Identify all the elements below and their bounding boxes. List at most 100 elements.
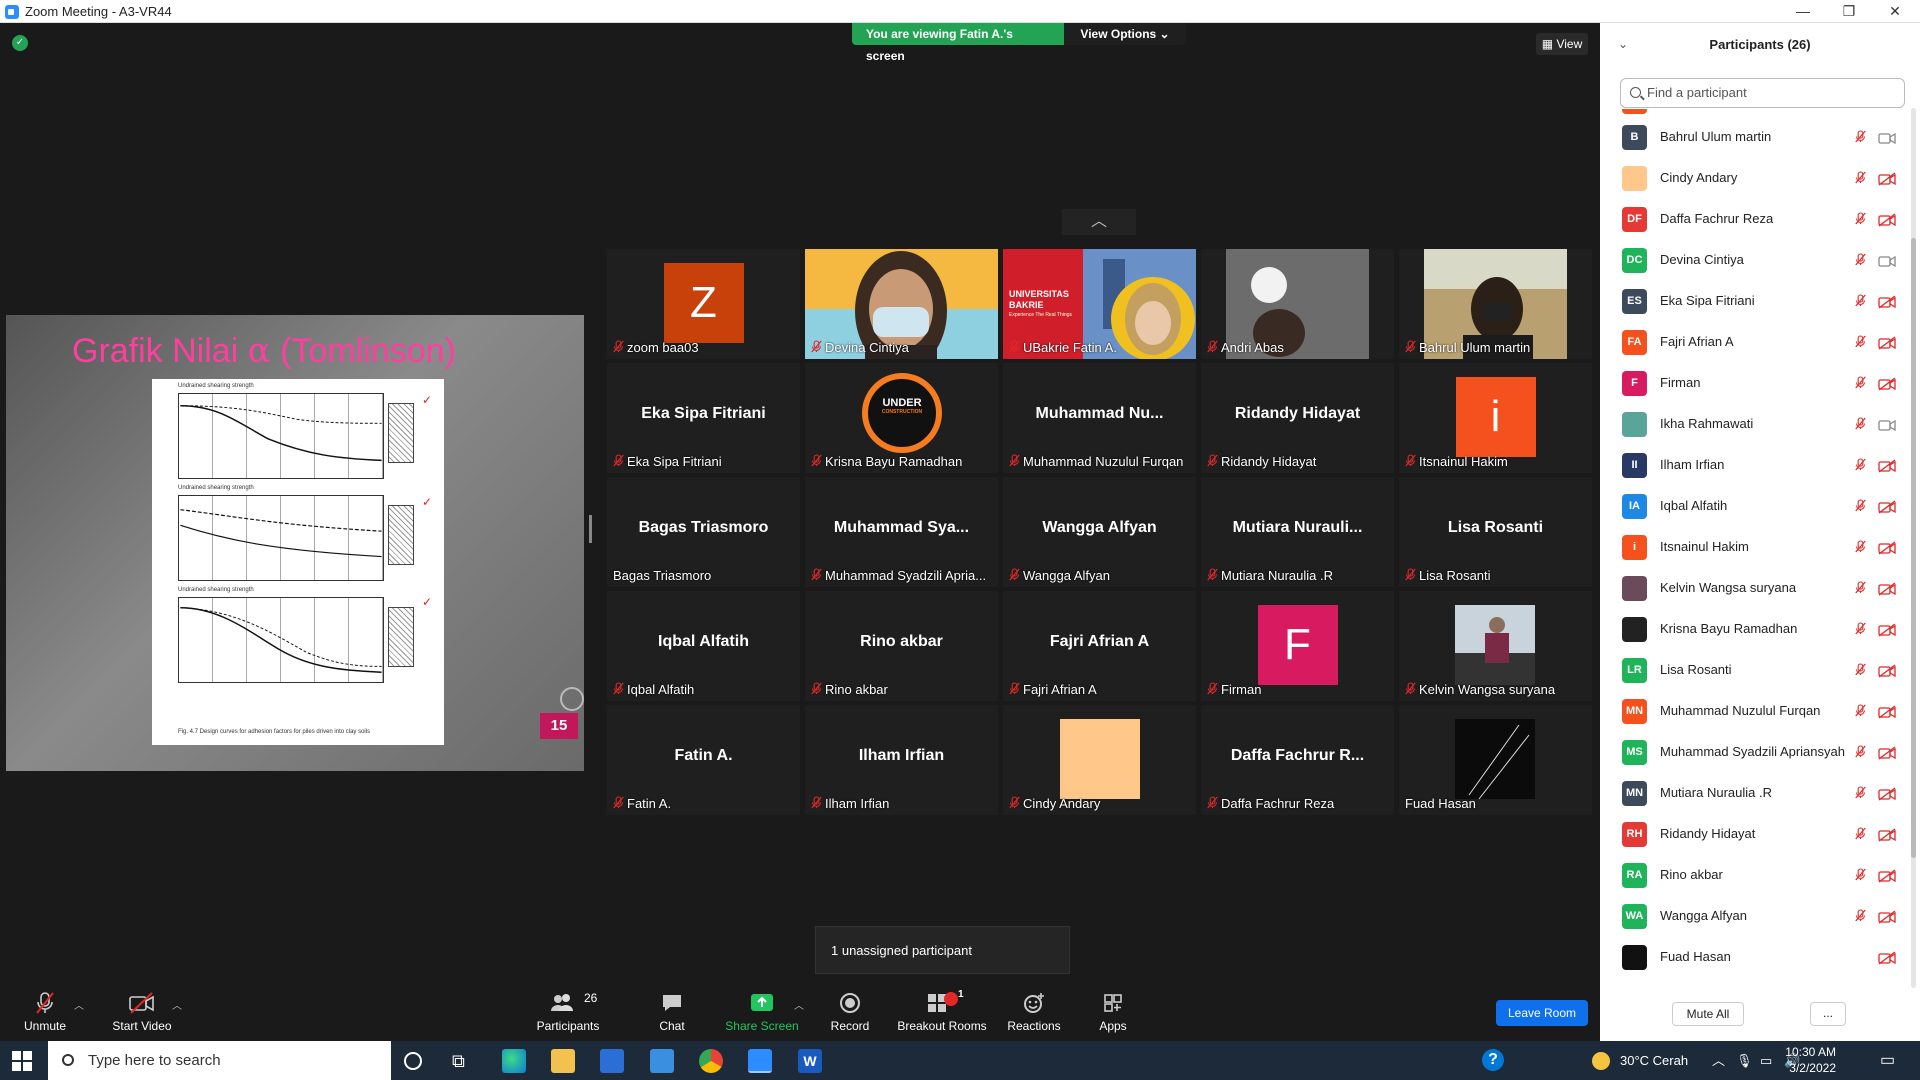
participant-tile[interactable]: Lisa Rosanti Lisa Rosanti xyxy=(1399,477,1592,587)
slide-title: Grafik Nilai α (Tomlinson) xyxy=(72,331,456,371)
breakout-rooms-button[interactable]: Breakout Rooms xyxy=(896,983,988,1041)
record-button[interactable]: Record xyxy=(826,983,874,1041)
participant-row[interactable]: B Bahrul Ulum martin xyxy=(1600,117,1905,158)
chat-button[interactable]: Chat xyxy=(650,983,694,1041)
participant-row[interactable]: Kelvin Wangsa suryana xyxy=(1600,568,1905,609)
security-shield-icon[interactable]: ✓ xyxy=(12,35,28,51)
help-icon[interactable]: ? xyxy=(1482,1049,1504,1071)
participant-tile[interactable]: UNIVERSITAS BAKRIE Experience The Real Thi… xyxy=(1003,249,1196,359)
participant-tile[interactable]: Eka Sipa Fitriani Eka Sipa Fitriani xyxy=(607,363,800,473)
participant-tile[interactable]: Cindy Andary xyxy=(1003,705,1196,815)
unmute-button[interactable]: Unmute xyxy=(16,983,74,1041)
participant-tile[interactable]: Fajri Afrian A Fajri Afrian A xyxy=(1003,591,1196,701)
more-options-button[interactable]: ... xyxy=(1810,1002,1846,1026)
taskbar-search-box[interactable]: Type here to search xyxy=(48,1041,391,1080)
participant-row[interactable]: DC Devina Cintiya xyxy=(1600,240,1905,281)
zoom-taskbar-icon[interactable] xyxy=(748,1049,772,1073)
tray-chevron-icon[interactable]: ︿ xyxy=(1712,1041,1725,1080)
participant-row[interactable]: RH Ridandy Hidayat xyxy=(1600,814,1905,855)
file-explorer-icon[interactable] xyxy=(551,1049,575,1073)
participant-row[interactable]: II Ilham Irfian xyxy=(1600,445,1905,486)
participant-row[interactable]: FA Fajri Afrian A xyxy=(1600,322,1905,363)
logo-line2: CONSTRUCTION xyxy=(881,409,923,415)
participant-tile[interactable]: Daffa Fachrur R... Daffa Fachrur Reza xyxy=(1201,705,1394,815)
participant-tile[interactable]: F Firman xyxy=(1201,591,1394,701)
participant-tile[interactable]: Fuad Hasan xyxy=(1399,705,1592,815)
participant-avatar xyxy=(1622,576,1647,601)
participant-row[interactable]: IA Iqbal Alfatih xyxy=(1600,486,1905,527)
participant-row[interactable]: Cindy Andary xyxy=(1600,158,1905,199)
microphone-tray-icon[interactable]: 🎙 xyxy=(1736,1041,1753,1080)
share-options-caret[interactable]: ︿ xyxy=(794,997,804,1012)
start-video-button[interactable]: Start Video xyxy=(104,983,180,1041)
apps-button[interactable]: Apps xyxy=(1090,983,1136,1041)
participant-tile[interactable]: Muhammad Nu... Muhammad Nuzulul Furqan xyxy=(1003,363,1196,473)
participant-tile[interactable]: Bagas Triasmoro Bagas Triasmoro xyxy=(607,477,800,587)
microsoft-store-icon[interactable] xyxy=(600,1049,624,1073)
participant-row[interactable]: Krisna Bayu Ramadhan xyxy=(1600,609,1905,650)
reactions-button[interactable]: Reactions xyxy=(1004,983,1064,1041)
muted-mic-icon xyxy=(1855,786,1869,802)
participant-tile[interactable]: Bahrul Ulum martin xyxy=(1399,249,1592,359)
task-view-icon[interactable]: ⧉ xyxy=(452,1049,476,1073)
edge-browser-icon[interactable] xyxy=(502,1049,526,1073)
weather-text[interactable]: 30°C Cerah xyxy=(1620,1041,1688,1080)
participant-tile[interactable]: Zzoom baa03 xyxy=(607,249,800,359)
unassigned-participant-popover[interactable]: 1 unassigned participant xyxy=(815,926,1070,974)
participant-tile[interactable]: Iqbal Alfatih Iqbal Alfatih xyxy=(607,591,800,701)
word-icon[interactable]: W xyxy=(798,1049,822,1073)
participant-row[interactable]: MN Mutiara Nuraulia .R xyxy=(1600,773,1905,814)
participant-tile[interactable]: Rino akbar Rino akbar xyxy=(805,591,998,701)
camera-off-icon xyxy=(1878,295,1896,309)
notifications-icon[interactable]: ▭ xyxy=(1880,1041,1895,1080)
windows-start-icon[interactable] xyxy=(12,1051,32,1071)
participant-row[interactable]: MN Muhammad Nuzulul Furqan xyxy=(1600,691,1905,732)
scrollbar-thumb[interactable] xyxy=(1911,238,1916,858)
minimize-button[interactable]: — xyxy=(1780,0,1826,23)
participant-tile[interactable]: Muhammad Sya... Muhammad Syadzili Apria..… xyxy=(805,477,998,587)
leave-room-button[interactable]: Leave Room xyxy=(1496,1000,1588,1026)
slide-title-alpha: α xyxy=(247,331,271,371)
muted-microphone-icon xyxy=(36,992,54,1014)
participant-row[interactable]: i Itsnainul Hakim xyxy=(1600,527,1905,568)
participant-row[interactable]: Ikha Rahmawati xyxy=(1600,404,1905,445)
participant-row[interactable]: MS Muhammad Syadzili Apriansyah xyxy=(1600,732,1905,773)
collapse-gallery-button[interactable]: ︿ xyxy=(1062,209,1136,235)
participant-list-scrollbar[interactable] xyxy=(1911,108,1916,988)
splitter-handle[interactable] xyxy=(589,515,592,543)
participant-row[interactable]: Fuad Hasan xyxy=(1600,937,1905,978)
participant-row[interactable]: ES Eka Sipa Fitriani xyxy=(1600,281,1905,322)
participant-tile[interactable]: UNDER CONSTRUCTION Krisna Bayu Ramadhan xyxy=(805,363,998,473)
participant-row[interactable]: DF Daffa Fachrur Reza xyxy=(1600,199,1905,240)
mute-all-button[interactable]: Mute All xyxy=(1672,1002,1744,1026)
participant-row[interactable]: WA Wangga Alfyan xyxy=(1600,896,1905,937)
close-button[interactable]: ✕ xyxy=(1872,0,1918,23)
participant-row[interactable]: LR Lisa Rosanti xyxy=(1600,650,1905,691)
mail-icon[interactable] xyxy=(650,1049,674,1073)
participant-tile[interactable]: Devina Cintiya xyxy=(805,249,998,359)
share-screen-button[interactable]: Share Screen xyxy=(722,983,802,1041)
participant-row[interactable]: RA Rino akbar xyxy=(1600,855,1905,896)
cortana-icon[interactable] xyxy=(404,1052,422,1070)
annotate-pen-icon[interactable] xyxy=(560,687,584,711)
view-button[interactable]: ▦ View xyxy=(1536,33,1588,55)
participant-tile[interactable]: i Itsnainul Hakim xyxy=(1399,363,1592,473)
chrome-icon[interactable] xyxy=(699,1049,723,1073)
participant-tile[interactable]: Fatin A. Fatin A. xyxy=(607,705,800,815)
tile-participant-name: Ilham Irfian xyxy=(825,796,890,811)
participant-tile[interactable]: Ilham Irfian Ilham Irfian xyxy=(805,705,998,815)
view-options-button[interactable]: View Options ⌄ xyxy=(1064,23,1186,45)
participant-row[interactable]: F Firman xyxy=(1600,363,1905,404)
camera-off-icon xyxy=(1878,787,1896,801)
participant-tile[interactable]: Wangga Alfyan Wangga Alfyan xyxy=(1003,477,1196,587)
video-options-caret[interactable]: ︿ xyxy=(172,997,182,1012)
participant-tile[interactable]: Andri Abas xyxy=(1201,249,1394,359)
participant-tile[interactable]: Kelvin Wangsa suryana xyxy=(1399,591,1592,701)
system-clock[interactable]: 10:30 AM 3/2/2022 xyxy=(1766,1044,1836,1076)
participant-tile[interactable]: Mutiara Nurauli... Mutiara Nuraulia .R xyxy=(1201,477,1394,587)
participant-tile[interactable]: Ridandy Hidayat Ridandy Hidayat xyxy=(1201,363,1394,473)
audio-options-caret[interactable]: ︿ xyxy=(74,997,84,1012)
clock-time: 10:30 AM xyxy=(1785,1045,1836,1059)
maximize-button[interactable]: ❐ xyxy=(1826,0,1872,23)
find-participant-input[interactable]: Find a participant xyxy=(1620,78,1905,108)
